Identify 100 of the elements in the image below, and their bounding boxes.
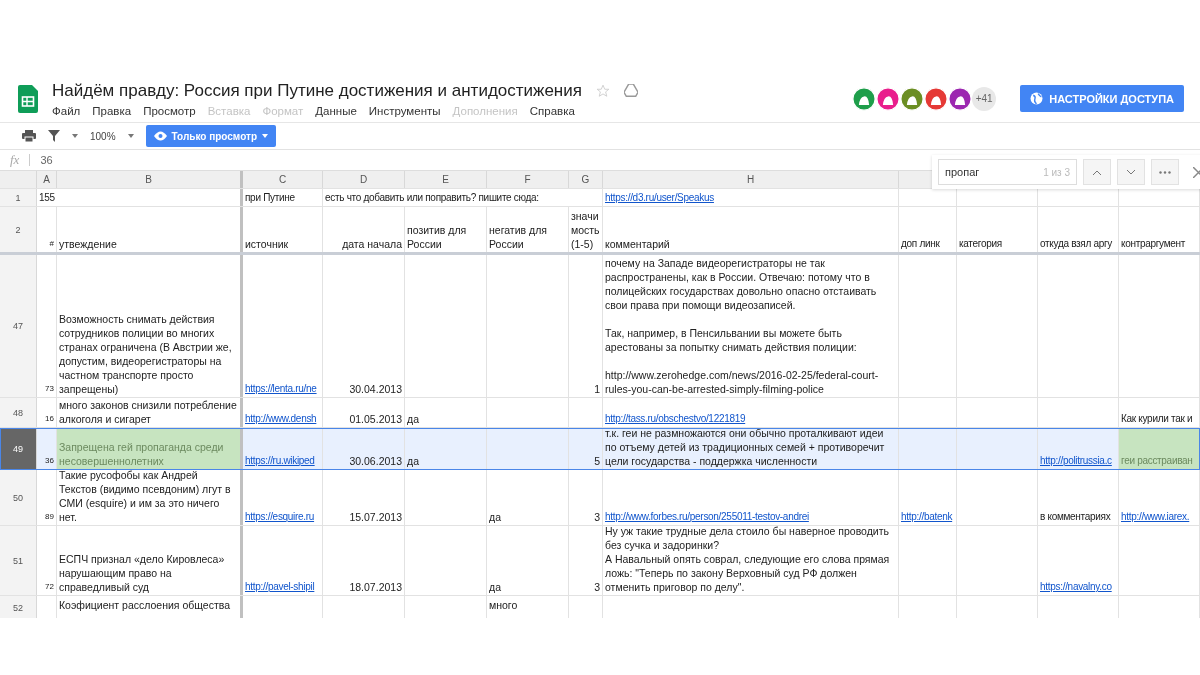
- filter-icon[interactable]: [48, 130, 60, 142]
- row-header[interactable]: 50: [0, 470, 37, 525]
- table-cell: Такие русофобы как Андрей Текстов (видимо псевдоним) лгут в СМИ (esquire) и им за это ничего нет.: [57, 470, 243, 525]
- sheets-logo-icon: [18, 84, 38, 113]
- link-cell[interactable]: http://www.iarex.: [1119, 470, 1200, 525]
- table-cell: утвеждение: [57, 207, 243, 252]
- collaborator-avatar[interactable]: [900, 86, 925, 111]
- table-cell: позитив для России: [405, 207, 487, 252]
- table-cell: негатив для России: [487, 207, 569, 252]
- link-cell[interactable]: http://www.forbes.ru/person/255011-testov-andrei: [603, 470, 899, 525]
- link-cell[interactable]: http://www.densh: [243, 398, 323, 427]
- table-cell: 30.04.2013: [323, 255, 405, 397]
- row-header[interactable]: 51: [0, 526, 37, 595]
- table-cell: геи расстраиван: [1119, 428, 1200, 469]
- column-header[interactable]: E: [405, 171, 487, 188]
- table-cell: 18.07.2013: [323, 526, 405, 595]
- column-header[interactable]: D: [323, 171, 405, 188]
- row-header[interactable]: 47: [0, 255, 37, 397]
- link-cell[interactable]: http://batenk: [899, 470, 957, 525]
- table-cell: Как курили так и: [1119, 398, 1200, 427]
- menu-item[interactable]: Данные: [315, 104, 357, 117]
- formula-label: fx: [10, 152, 20, 168]
- link-cell[interactable]: https://esquire.ru: [243, 470, 323, 525]
- formula-value[interactable]: 36: [40, 154, 53, 166]
- row-header[interactable]: 2: [0, 207, 37, 252]
- table-cell: 73: [37, 255, 57, 397]
- table-cell: 3: [569, 470, 603, 525]
- column-header[interactable]: A: [37, 171, 57, 188]
- chevron-down-icon: [1127, 169, 1135, 175]
- table-cell: комментарий: [603, 207, 899, 252]
- collaborator-count[interactable]: +41: [972, 86, 997, 111]
- caret-icon: [262, 134, 268, 138]
- table-cell: #: [37, 207, 57, 252]
- table-cell: 01.05.2013: [323, 398, 405, 427]
- link-cell[interactable]: https://ru.wikiped: [243, 428, 323, 469]
- globe-icon: [1030, 92, 1044, 105]
- table-cell: доп линк: [899, 207, 957, 252]
- share-button[interactable]: НАСТРОЙКИ ДОСТУПА: [1020, 85, 1184, 112]
- row-header[interactable]: 52: [0, 596, 37, 618]
- chevron-up-icon: [1093, 169, 1101, 175]
- table-cell: почему на Западе видеорегистраторы не так распространены, как в России. Отвечаю: потому что в полицейских государствах довольно опасно отстаивать свои права при помощи видеозаписей. Так, например, в Пенсильвании вы можете быть арестованы за попытку снимать действия полиции: http://www.zerohedge.com/news/2016-02-25/federal-court-rules-you-can-be-arrested-simply-filming-police: [603, 255, 899, 397]
- table-cell: да: [405, 398, 487, 427]
- menu-item[interactable]: Правка: [92, 104, 132, 117]
- collaborator-avatar[interactable]: [924, 86, 949, 111]
- table-cell: 1: [569, 255, 603, 397]
- table-cell: Запрещена гей пропаганда среди несовершеннолетних: [57, 428, 243, 469]
- table-cell: 5: [569, 428, 603, 469]
- table-cell: 30.06.2013: [323, 428, 405, 469]
- menu-item[interactable]: Инструменты: [368, 104, 441, 117]
- table-cell: Коэфициент расслоения общества: [57, 596, 243, 618]
- caret-icon: [127, 134, 134, 138]
- drive-icon[interactable]: [623, 84, 638, 97]
- print-icon[interactable]: [22, 130, 36, 142]
- link-cell[interactable]: http://pavel-shipil: [243, 526, 323, 595]
- link-cell[interactable]: http://tass.ru/obschestvo/1221819: [603, 398, 899, 427]
- link-cell[interactable]: https://lenta.ru/ne: [243, 255, 323, 397]
- table-cell: ЕСПЧ признал «дело Кировлеса» нарушающим право на справедливый суд: [57, 526, 243, 595]
- star-icon[interactable]: [595, 83, 610, 98]
- collaborator-avatar[interactable]: [852, 86, 877, 111]
- table-cell: 72: [37, 526, 57, 595]
- row-header[interactable]: 1: [0, 189, 37, 206]
- table-cell: 16: [37, 398, 57, 427]
- table-cell: 3: [569, 526, 603, 595]
- table-cell: 15.07.2013: [323, 470, 405, 525]
- table-cell: да: [487, 470, 569, 525]
- table-cell: контраргумент: [1119, 207, 1200, 252]
- more-icon: [1159, 170, 1171, 174]
- collaborator-avatar[interactable]: [948, 86, 973, 111]
- column-header[interactable]: B: [57, 171, 243, 188]
- table-cell: да: [405, 428, 487, 469]
- table-cell: откуда взял аргу: [1038, 207, 1119, 252]
- column-header[interactable]: G: [569, 171, 603, 188]
- menu-item[interactable]: Файл: [52, 104, 81, 117]
- menu-item[interactable]: Просмотр: [143, 104, 196, 117]
- table-cell: да: [487, 526, 569, 595]
- menu-item[interactable]: Справка: [529, 104, 575, 117]
- match-count: 1 из 3: [1043, 166, 1070, 178]
- table-cell: есть что добавить или поправить? пишите сюда:: [323, 189, 603, 206]
- table-cell: при Путине: [243, 189, 323, 206]
- view-only-button[interactable]: Только просмотр: [145, 125, 276, 147]
- more-button[interactable]: [1151, 159, 1179, 185]
- row-header[interactable]: 49: [0, 428, 37, 469]
- row-header[interactable]: 48: [0, 398, 37, 427]
- table-cell: Возможность снимать действия сотрудников полиции во многих странах ограничена (В Австрии же, допустим, видеорегистраторы на частном транспорте просто запрещены): [57, 255, 243, 397]
- table-cell: категория: [957, 207, 1038, 252]
- column-header[interactable]: F: [487, 171, 569, 188]
- column-header[interactable]: H: [603, 171, 899, 188]
- column-header[interactable]: C: [243, 171, 323, 188]
- eye-icon: [153, 131, 167, 141]
- table-cell: т.к. геи не размножаются они обычно проталкивают идеи по отъему детей из традиционных семей + противоречит цели государства - поддержка численности: [603, 428, 899, 469]
- find-field[interactable]: пропаг 1 из 3: [938, 159, 1077, 185]
- link-cell[interactable]: https://navalny.co: [1038, 526, 1119, 595]
- document-title: Найдём правду: Россия при Путине достижения и антидостижения: [52, 80, 582, 101]
- collaborator-avatar[interactable]: [876, 86, 901, 111]
- table-cell: много: [487, 596, 569, 618]
- zoom-select[interactable]: 100%: [90, 130, 116, 142]
- link-cell[interactable]: https://d3.ru/user/Speakus: [603, 189, 899, 206]
- table-cell: в комментариях: [1038, 470, 1119, 525]
- table-cell: дата начала: [323, 207, 405, 252]
- table-cell: Ну уж такие трудные дела стоило бы наверное проводить без сучка и задоринки? А Навальный опять соврал, следующие его слова прямая ложь: "Теперь по закону Верховный суд РФ должен отменить приговор по делу".: [603, 526, 899, 595]
